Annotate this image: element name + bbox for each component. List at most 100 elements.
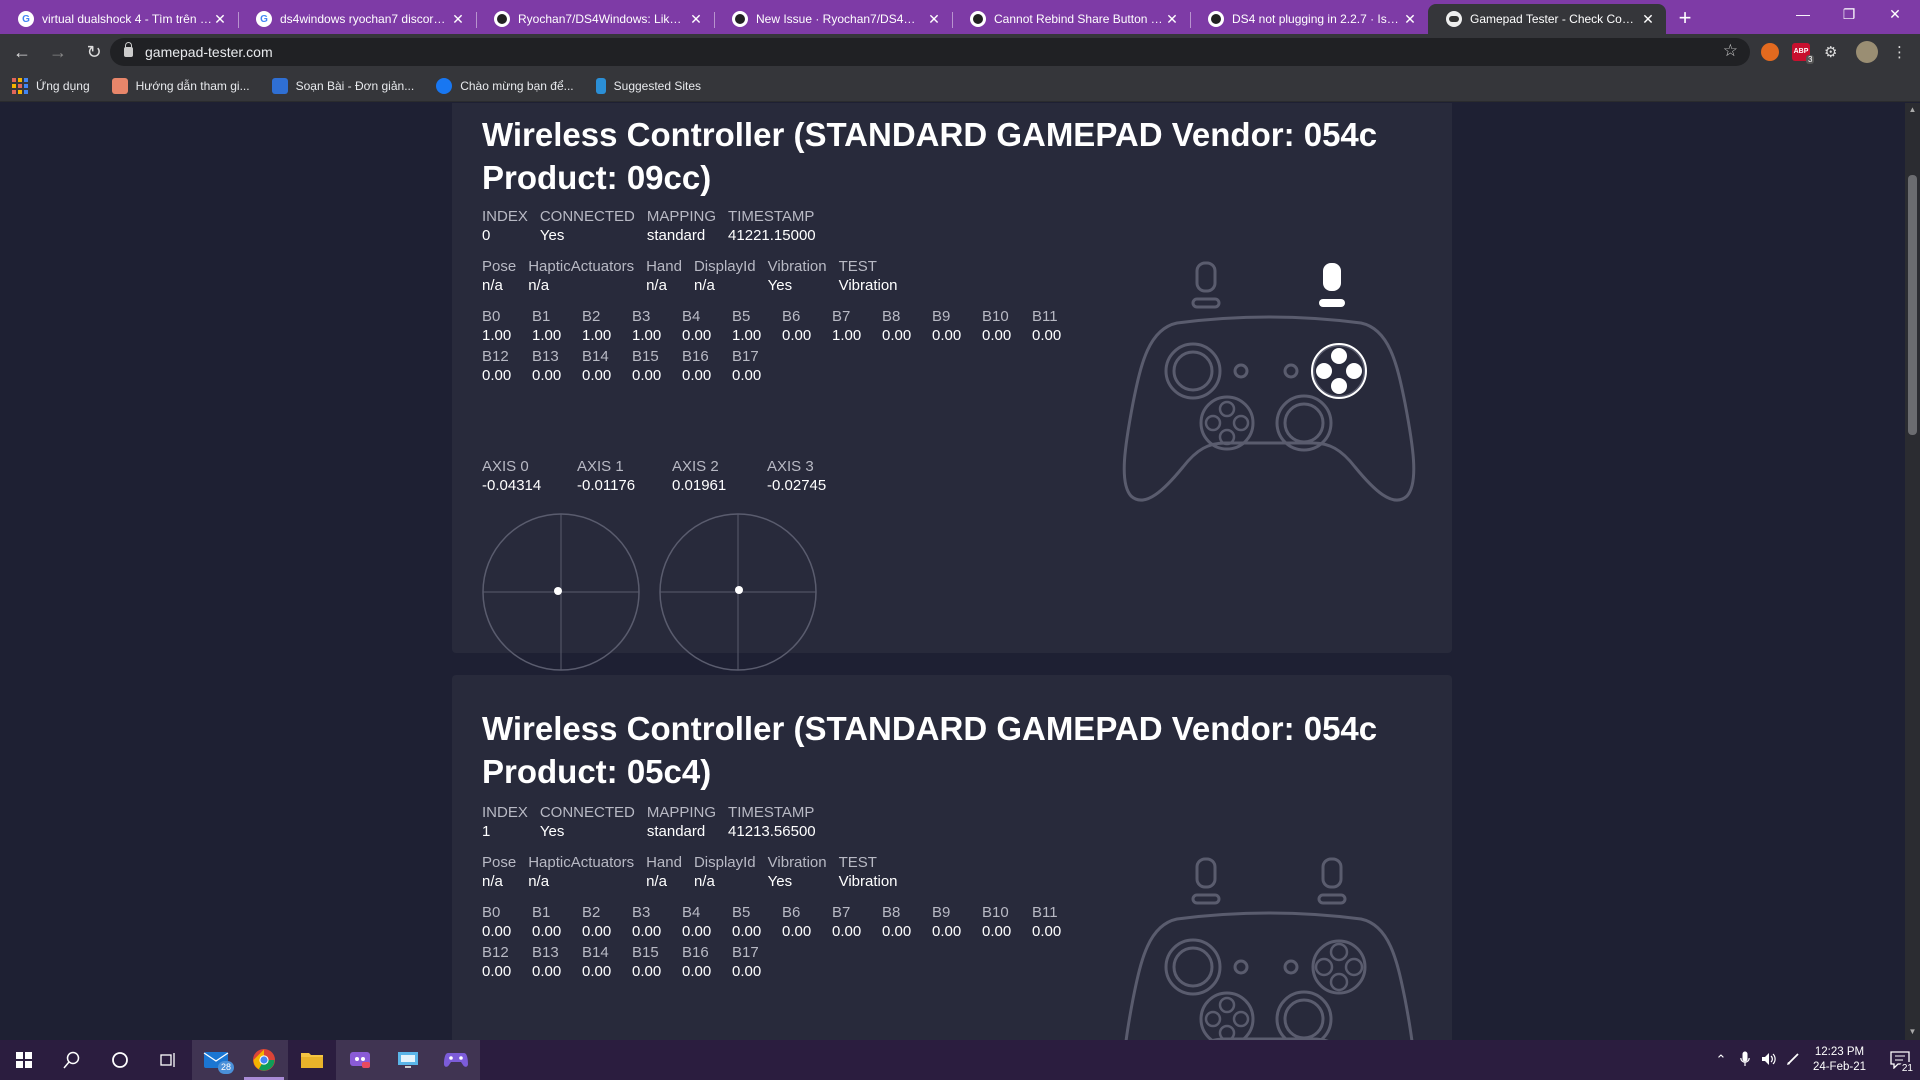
scroll-thumb[interactable] [1908,175,1917,435]
url-text: gamepad-tester.com [145,44,273,60]
select-button [1233,959,1249,975]
folder-icon [301,1053,323,1068]
button-grid: B0 1.00 B1 1.00 B2 1.00 B3 1.00 B4 0.00 B5 1.00 B6 0.… [482,307,1082,385]
button-value: 0.00 [932,923,962,940]
tab-rebind-share[interactable]: Cannot Rebind Share Button To T ✕ [952,4,1190,34]
button-value: 1.00 [632,327,662,344]
new-tab-button[interactable]: + [1670,4,1700,34]
menu-icon[interactable]: ⋮ [1892,43,1910,61]
microphone-icon[interactable] [1733,1051,1757,1070]
axis-label: AXIS 3 [767,458,814,475]
prop-hand: Hand n/a [646,258,682,294]
vibration-test-link[interactable]: TEST Vibration [839,853,898,891]
button-value: 0.00 [532,923,562,940]
pen-icon[interactable] [1781,1052,1805,1069]
tab-ds4windows-discord[interactable]: G ds4windows ryochan7 discord - T ✕ [238,4,476,34]
controller-title: Wireless Controller (STANDARD GAMEPAD Ve… [482,710,1378,790]
bookmark-soan-bai[interactable]: Soạn Bài - Đơn giản... [271,77,414,94]
info-index: INDEX 1 [482,804,528,840]
button-label: B9 [932,308,951,325]
notification-count: 21 [1898,1062,1916,1075]
avatar[interactable] [1856,41,1878,63]
search-icon[interactable] [48,1040,96,1080]
left-bumper [1191,893,1221,905]
button-label: B14 [582,348,609,365]
vibration-test-link[interactable]: TEST Vibration [839,257,898,295]
start-button[interactable] [0,1040,48,1080]
face-button [1331,378,1347,394]
star-icon[interactable]: ☆ [1723,41,1738,61]
action-center-button[interactable]: 21 [1880,1040,1920,1080]
button-readout: B5 1.00 [732,307,782,345]
bookmark-favicon-icon [111,77,128,94]
button-value: 0.00 [1032,923,1062,940]
tab-title: ds4windows ryochan7 discord - T [280,12,450,26]
scroll-down-icon[interactable]: ▼ [1908,1027,1917,1036]
scroll-up-icon[interactable]: ▲ [1908,105,1917,114]
button-value: 0.00 [982,327,1012,344]
cortana-icon[interactable] [96,1040,144,1080]
close-icon[interactable]: ✕ [1640,11,1656,27]
controller-card: Wireless Controller (STANDARD GAMEPAD Ve… [452,103,1452,671]
forward-arrow-icon[interactable]: → [44,38,72,66]
tab-new-issue[interactable]: New Issue · Ryochan7/DS4Windo ✕ [714,4,952,34]
clock[interactable]: 12:23 PM 24-Feb-21 [1813,1045,1866,1075]
bookmark-suggested-sites[interactable]: Suggested Sites [595,77,701,94]
system-tray: ⌃ 12:23 PM 24-Feb-21 21 [1709,1040,1920,1080]
reload-icon[interactable]: ↻ [80,38,108,66]
button-value: 1.00 [482,327,512,344]
volume-icon[interactable] [1757,1052,1781,1069]
tab-gamepad-tester[interactable]: Gamepad Tester - Check Controll ✕ [1428,4,1666,34]
controller-title: Wireless Controller (STANDARD GAMEPAD Ve… [482,116,1378,196]
close-icon[interactable]: ✕ [1164,11,1180,27]
file-explorer-app[interactable] [288,1040,336,1080]
info-connected: CONNECTED Yes [539,208,635,244]
gamepad-diagram [1122,261,1416,502]
button-label: B7 [832,308,851,325]
bookmark-apps[interactable]: Ứng dụng [12,77,90,94]
button-label: B5 [732,904,751,921]
back-arrow-icon[interactable]: ← [8,38,36,66]
gamepad-icon [1446,11,1462,27]
bookmark-facebook[interactable]: Chào mừng bạn để... [436,77,574,94]
discord-app[interactable] [336,1040,384,1080]
button-value: 0.00 [482,367,512,384]
tab-ds4-not-plugging[interactable]: DS4 not plugging in 2.2.7 · Issue # ✕ [1190,4,1428,34]
minimize-icon[interactable]: — [1780,0,1826,30]
page-scrollbar[interactable]: ▲ ▼ [1905,103,1920,1040]
ds4windows-app[interactable] [432,1040,480,1080]
tab-ds4windows-repo[interactable]: Ryochan7/DS4Windows: Like tho ✕ [476,4,714,34]
github-icon [970,11,986,27]
chrome-app[interactable] [240,1040,288,1080]
bookmark-label: Ứng dụng [36,78,90,93]
select-button [1233,363,1249,379]
chevron-up-icon[interactable]: ⌃ [1709,1052,1733,1068]
close-icon[interactable]: ✕ [450,11,466,27]
bookmark-label: Chào mừng bạn để... [460,78,574,93]
button-readout: B7 0.00 [832,903,882,941]
button-label: B13 [532,348,559,365]
button-readout: B2 0.00 [582,903,632,941]
remote-desktop-app[interactable] [384,1040,432,1080]
address-bar[interactable]: gamepad-tester.com ☆ [110,38,1750,66]
extension-icon[interactable] [1761,43,1779,61]
mail-app[interactable]: 28 [192,1040,240,1080]
close-icon[interactable]: ✕ [212,11,228,27]
axis-label: AXIS 0 [482,458,529,475]
puzzle-icon[interactable]: ⚙ [1824,43,1842,61]
close-icon[interactable]: ✕ [688,11,704,27]
bookmark-huong-dan[interactable]: Hướng dẫn tham gi... [111,77,250,94]
close-window-icon[interactable]: ✕ [1872,0,1918,30]
button-readout: B12 0.00 [482,347,532,385]
info-mapping: MAPPING standard [646,804,717,840]
restore-icon[interactable]: ❐ [1826,0,1872,30]
close-icon[interactable]: ✕ [1402,11,1418,27]
button-readout: B12 0.00 [482,943,532,981]
right-trigger [1321,857,1343,889]
button-label: B3 [632,308,651,325]
button-readout: B9 0.00 [932,903,982,941]
close-icon[interactable]: ✕ [926,11,942,27]
task-view-icon[interactable] [144,1040,192,1080]
tab-virtual-dualshock[interactable]: G virtual dualshock 4 - Tìm trên Go ✕ [0,4,238,34]
dpad-button [1204,414,1222,432]
